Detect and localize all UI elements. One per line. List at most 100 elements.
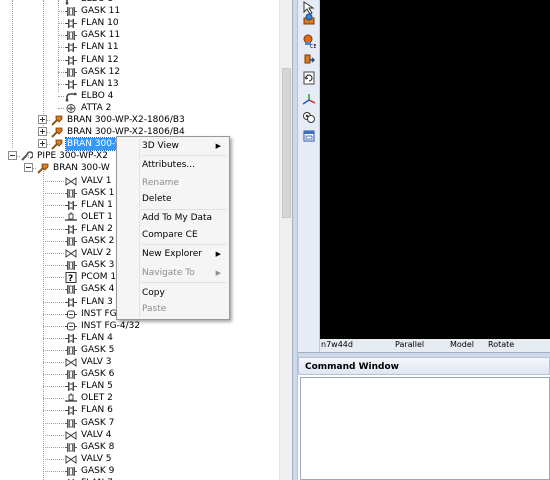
- tree-node[interactable]: GASK 3: [65, 259, 115, 271]
- tree-node[interactable]: VALV 2: [65, 247, 113, 259]
- tree-node[interactable]: ELBO 4: [65, 90, 114, 102]
- refresh-icon[interactable]: [301, 70, 317, 86]
- tree-node[interactable]: FLAN 2: [65, 223, 114, 235]
- menu-item-paste[interactable]: Paste: [119, 301, 227, 318]
- tree-connector: [43, 217, 64, 218]
- view-name-label: n7w44d: [321, 340, 353, 349]
- attachment-icon: [65, 103, 77, 114]
- tree-node[interactable]: ATTA 2: [65, 102, 112, 114]
- tree-node[interactable]: GASK 11: [65, 5, 121, 17]
- gasket-icon: [65, 442, 77, 453]
- tree-connector: [43, 253, 64, 254]
- tree-node[interactable]: FLAN 12: [65, 54, 120, 66]
- menu-item-navigate-to[interactable]: Navigate To ▶: [119, 265, 227, 282]
- tree-connector: [43, 386, 64, 387]
- valve-icon: [65, 248, 77, 259]
- command-window-output[interactable]: [300, 377, 550, 480]
- tree-connector: [43, 314, 64, 315]
- tree-node-label: GASK 7: [81, 418, 115, 428]
- gasket-icon: [65, 30, 77, 41]
- action-label[interactable]: Rotate: [488, 340, 514, 349]
- tree-node[interactable]: FLAN 4: [65, 332, 114, 344]
- collapse-toggle[interactable]: [24, 163, 33, 172]
- element-icon[interactable]: [301, 12, 317, 28]
- menu-item-rename[interactable]: Rename: [119, 175, 227, 192]
- tree-node[interactable]: FLAN 1: [65, 199, 114, 211]
- tree-connector: [58, 108, 64, 109]
- tree-node[interactable]: VALV 4: [65, 429, 113, 441]
- tree-connector: [43, 350, 64, 351]
- expand-toggle[interactable]: [38, 139, 47, 148]
- tree-node[interactable]: PIPE 300-WP-X2: [21, 150, 109, 162]
- branch-icon: [51, 115, 63, 126]
- gasket-icon: [65, 67, 77, 78]
- menu-item-add-to-my-data[interactable]: Add To My Data: [119, 210, 227, 227]
- tree-node[interactable]: GASK 6: [65, 368, 115, 380]
- tree-node[interactable]: OLET 1: [65, 211, 114, 223]
- svg-text:?: ?: [68, 274, 73, 283]
- projection-label[interactable]: Parallel: [395, 340, 424, 349]
- tree-node[interactable]: VALV 3: [65, 356, 113, 368]
- tree-node[interactable]: OLET 2: [65, 392, 114, 404]
- extract-icon[interactable]: [301, 52, 317, 68]
- gasket-icon: [65, 188, 77, 199]
- tree-node[interactable]: GASK 8: [65, 441, 115, 453]
- tree-node[interactable]: FLAN 5: [65, 380, 114, 392]
- tree-node[interactable]: FLAN 13: [65, 78, 120, 90]
- tree-node[interactable]: INST FG-4/32: [65, 320, 141, 332]
- mode-label[interactable]: Model: [450, 340, 474, 349]
- tree-node[interactable]: GASK 4: [65, 283, 115, 295]
- window-icon[interactable]: [301, 128, 317, 144]
- menu-item-compare-ce[interactable]: Compare CE: [119, 227, 227, 244]
- tree-node[interactable]: GASK 9: [65, 465, 115, 477]
- gasket-icon: [65, 345, 77, 356]
- tree-node[interactable]: GASK 2: [65, 235, 115, 247]
- flange-icon: [65, 55, 77, 66]
- tree-node-label: PCOM 1: [81, 272, 117, 282]
- tree-node[interactable]: INST FG: [65, 308, 118, 320]
- menu-item-copy[interactable]: Copy: [119, 285, 227, 302]
- tree-connector: [43, 205, 64, 206]
- 3d-view-canvas[interactable]: [320, 0, 550, 339]
- tree-node[interactable]: GASK 7: [65, 417, 115, 429]
- tree-node-label: FLAN 2: [81, 224, 113, 234]
- menu-item-delete[interactable]: Delete: [119, 191, 227, 208]
- menu-item-new-explorer[interactable]: New Explorer ▶: [119, 246, 227, 263]
- tree-node[interactable]: FLAN 6: [65, 404, 114, 416]
- tree-node[interactable]: BRAN 300-W: [37, 162, 111, 174]
- settings-icon[interactable]: [301, 109, 317, 125]
- tree-connector: [43, 181, 64, 182]
- tree-node[interactable]: GASK 11: [65, 29, 121, 41]
- tree-node-label: GASK 11: [81, 30, 121, 40]
- tree-connector: [58, 96, 64, 97]
- expand-toggle[interactable]: [38, 127, 47, 136]
- gasket-icon: [65, 466, 77, 477]
- tree-node[interactable]: FLAN 3: [65, 296, 114, 308]
- menu-item-label: Paste: [142, 304, 167, 314]
- tree-node[interactable]: GASK 12: [65, 66, 121, 78]
- collapse-toggle[interactable]: [8, 151, 17, 160]
- axes-icon[interactable]: [301, 92, 317, 108]
- scrollbar-thumb[interactable]: [282, 68, 291, 218]
- menu-item-label: Add To My Data: [142, 213, 213, 223]
- expand-toggle[interactable]: [38, 115, 47, 124]
- tree-node[interactable]: BRAN 300-WP-X2-1806/B3: [51, 114, 186, 126]
- tree-node[interactable]: ? PCOM 1: [65, 271, 117, 283]
- tree-vertical-scrollbar[interactable]: [279, 0, 292, 480]
- tree-connector: [43, 374, 64, 375]
- tree-node[interactable]: VALV 1: [65, 175, 113, 187]
- menu-item-attributes[interactable]: Attributes...: [119, 157, 227, 174]
- tree-connector: [58, 23, 64, 24]
- tree-connector: [43, 423, 64, 424]
- tree-node[interactable]: FLAN 11: [65, 41, 120, 53]
- valve-icon: [65, 454, 77, 465]
- tree-node[interactable]: GASK 1: [65, 187, 115, 199]
- flange-icon: [65, 200, 77, 211]
- tree-node[interactable]: FLAN 10: [65, 17, 120, 29]
- context-menu: 3D View ▶ Attributes... Rename Delete Add To …: [116, 136, 230, 320]
- tree-node-label: FLAN 1: [81, 200, 113, 210]
- tree-node[interactable]: GASK 5: [65, 344, 115, 356]
- ce-icon[interactable]: CE: [301, 33, 317, 49]
- tree-node[interactable]: VALV 5: [65, 453, 113, 465]
- menu-item-3d-view[interactable]: 3D View ▶: [119, 138, 227, 155]
